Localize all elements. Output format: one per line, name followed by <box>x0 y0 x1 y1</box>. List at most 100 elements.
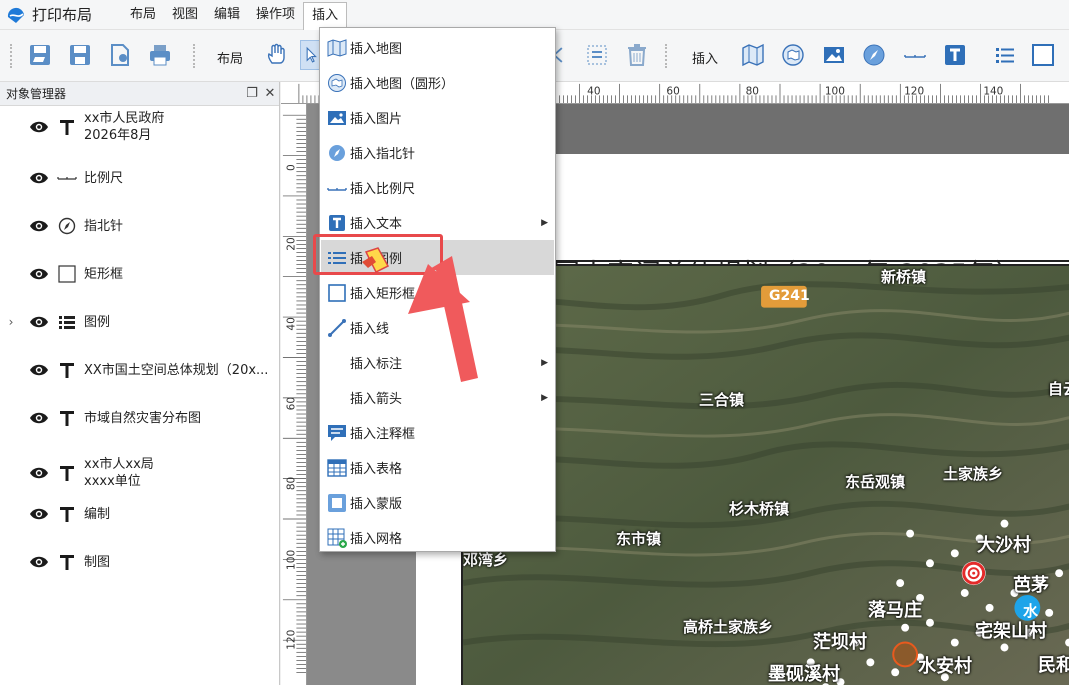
insert-map-menu-item[interactable]: 插入地图 <box>321 30 554 65</box>
object-label: xx市人xx局 xxxx单位 <box>84 457 154 489</box>
menu-layout[interactable]: 布局 <box>122 0 164 30</box>
insert-mask-menu-item[interactable]: 插入蒙版 <box>321 485 554 520</box>
map-label: 杉木桥镇 <box>729 500 790 518</box>
object-list-item-text-element[interactable]: 编制 <box>0 504 280 524</box>
visibility-eye-icon[interactable] <box>26 411 52 425</box>
map-icon <box>742 43 764 67</box>
text-icon <box>326 212 348 234</box>
chevron-right-icon[interactable]: › <box>4 315 18 329</box>
ruler-tick-label: 40 <box>285 317 297 331</box>
insert-image-menu-item[interactable]: 插入图片 <box>321 100 554 135</box>
ruler-tick-label: 120 <box>285 629 297 649</box>
restore-icon[interactable]: ❐ <box>243 86 261 101</box>
menu-insert[interactable]: 插入 <box>303 1 348 30</box>
object-label: XX市国土空间总体规划（20x... <box>84 362 269 378</box>
insert-map-button[interactable] <box>738 40 768 70</box>
map-label: 东市镇 <box>616 530 662 548</box>
menu-view[interactable]: 视图 <box>164 0 206 30</box>
legend-icon <box>56 312 78 332</box>
insert-north-arrow-button[interactable] <box>859 40 889 70</box>
visibility-eye-icon[interactable] <box>26 555 52 569</box>
object-list-item-north-arrow-element[interactable]: 指北针 <box>0 216 280 236</box>
object-list-item-text-element[interactable]: 市域自然灾害分布图 <box>0 408 280 428</box>
image-icon <box>824 47 844 63</box>
toolbar-grip <box>10 44 12 68</box>
object-list-item-legend-element[interactable]: › 图例 <box>0 312 280 332</box>
ruler-tick-label: 20 <box>285 237 297 251</box>
visibility-eye-icon[interactable] <box>26 267 52 281</box>
object-list-item-scalebar-element[interactable]: 比例尺 <box>0 168 280 188</box>
insert-round-map-menu-item[interactable]: 插入地图（圆形） <box>321 65 554 100</box>
hazard-marker <box>961 561 986 586</box>
menu-item-label: 插入网格 <box>350 532 403 547</box>
menu-item-label: 插入地图 <box>350 42 403 57</box>
ruler-tick-label: 60 <box>666 85 679 97</box>
visibility-eye-icon[interactable] <box>26 219 52 233</box>
submenu-arrow-icon: ▶ <box>541 217 548 228</box>
insert-scalebar-button[interactable] <box>900 40 930 70</box>
insert-round-map-button[interactable] <box>778 40 808 70</box>
menu-edit[interactable]: 编辑 <box>206 0 248 30</box>
ruler-tick-label: 140 <box>983 85 1003 97</box>
save-icon <box>70 45 90 65</box>
export-icon <box>111 44 129 66</box>
insert-rectangle-button[interactable] <box>1028 40 1058 70</box>
trash-icon <box>628 44 646 66</box>
hand-cursor-icon <box>362 247 390 274</box>
object-list-item-text-element[interactable]: xx市人民政府 2026年8月 <box>0 110 280 144</box>
open-button[interactable] <box>25 40 55 70</box>
object-list-item-rectangle-element[interactable]: 矩形框 <box>0 264 280 284</box>
visibility-eye-icon[interactable] <box>26 507 52 521</box>
object-label: 图例 <box>84 314 111 330</box>
close-icon[interactable]: ✕ <box>261 86 279 101</box>
insert-grid-menu-item[interactable]: 插入网格 <box>321 520 554 555</box>
text-icon <box>56 504 78 524</box>
text-icon <box>945 45 965 65</box>
map-label: G241 <box>769 288 810 304</box>
hand-icon <box>267 43 285 64</box>
compass-icon <box>863 44 885 66</box>
object-label: 矩形框 <box>84 266 124 282</box>
menu-item-label: 插入文本 <box>350 217 403 232</box>
align-button[interactable] <box>582 40 612 70</box>
delete-button[interactable] <box>622 40 652 70</box>
save-button[interactable] <box>65 40 95 70</box>
object-manager-header: 对象管理器 ❐ ✕ <box>0 82 279 106</box>
export-button[interactable] <box>105 40 135 70</box>
insert-scalebar-menu-item[interactable]: 插入比例尺 <box>321 170 554 205</box>
insert-image-button[interactable] <box>819 40 849 70</box>
visibility-eye-icon[interactable] <box>26 363 52 377</box>
object-list-item-text-element[interactable]: xx市人xx局 xxxx单位 <box>0 456 280 490</box>
menu-item-label: 插入蒙版 <box>350 497 403 512</box>
map-label: 高桥土家族乡 <box>683 618 774 636</box>
insert-table-menu-item[interactable]: 插入表格 <box>321 450 554 485</box>
text-icon <box>56 117 78 137</box>
object-label: 制图 <box>84 554 111 570</box>
visibility-eye-icon[interactable] <box>26 120 52 134</box>
app-title: 打印布局 <box>32 6 93 24</box>
menu-item-label: 插入比例尺 <box>350 182 416 197</box>
map-label: 茫坝村 <box>813 632 867 653</box>
text-icon <box>56 360 78 380</box>
ruler-tick-label: 100 <box>825 85 845 97</box>
pan-button[interactable] <box>262 40 292 70</box>
visibility-eye-icon[interactable] <box>26 315 52 329</box>
grid-icon <box>326 527 348 549</box>
scalebar-icon <box>56 168 78 188</box>
object-list-item-text-element[interactable]: XX市国土空间总体规划（20x... <box>0 360 280 380</box>
insert-text-button[interactable] <box>940 40 970 70</box>
object-manager-panel: 对象管理器 ❐ ✕ xx市人民政府 2026年8月比例尺指北针矩形框 › 图例 XX市… <box>0 82 280 685</box>
text-icon <box>56 463 78 483</box>
visibility-eye-icon[interactable] <box>26 171 52 185</box>
print-button[interactable] <box>145 40 175 70</box>
table-icon <box>326 457 348 479</box>
map-icon <box>326 37 348 59</box>
rectangle-icon <box>1032 44 1054 66</box>
insert-north-arrow-menu-item[interactable]: 插入指北针 <box>321 135 554 170</box>
menu-actions[interactable]: 操作项 <box>248 0 303 30</box>
visibility-eye-icon[interactable] <box>26 466 52 480</box>
object-list-item-text-element[interactable]: 制图 <box>0 552 280 572</box>
insert-legend-button[interactable] <box>990 40 1020 70</box>
round-map-icon <box>782 44 804 66</box>
menu-item-label: 插入地图（圆形） <box>350 77 455 92</box>
